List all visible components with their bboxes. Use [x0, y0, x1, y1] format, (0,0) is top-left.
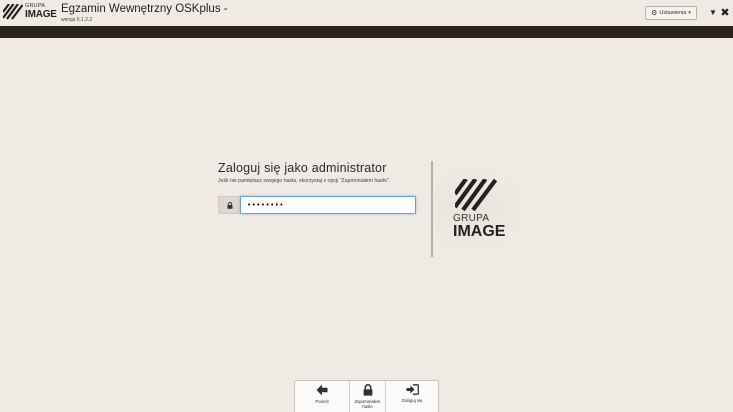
login-button[interactable]: Zaloguj się	[386, 381, 438, 412]
forgot-password-label: Zapomniałem hasło	[354, 399, 381, 409]
bottom-toolbar: Powrót Zapomniałem hasło Zaloguj się	[294, 380, 439, 412]
logo-text-image: IMAGE	[25, 9, 57, 20]
settings-dropdown-button[interactable]: ⚙ Ustawienia ▾	[645, 6, 697, 20]
app-version: wersja 6.1.2.2	[61, 17, 93, 23]
minimize-button[interactable]: ▼	[707, 6, 719, 19]
app-title: Egzamin Wewnętrzny OSKplus -	[61, 3, 228, 15]
back-button-label: Powrót	[315, 399, 329, 404]
login-title: Zaloguj się jako administrator	[218, 161, 387, 175]
close-button[interactable]: ✖	[719, 6, 731, 19]
title-bar: GRUPA IMAGE Egzamin Wewnętrzny OSKplus -…	[0, 0, 733, 26]
password-addon	[218, 196, 240, 214]
triangle-down-icon: ▼	[709, 8, 717, 17]
grupa-image-logo: GRUPA IMAGE	[3, 3, 57, 21]
settings-label: Ustawienia	[659, 10, 687, 16]
login-hint: Jeśli nie pamiętasz swojego hasła, skorz…	[218, 178, 390, 184]
logo-stripes-icon	[3, 4, 23, 20]
brand-logo: GRUPA IMAGE	[433, 161, 529, 257]
logo-stripes-icon	[455, 179, 497, 211]
brand-text-image: IMAGE	[453, 223, 506, 240]
caret-down-icon: ▾	[688, 10, 691, 16]
login-hint-option: "Zapomniałem hasło".	[339, 178, 391, 184]
lock-icon	[363, 384, 372, 396]
login-button-label: Zaloguj się	[401, 398, 423, 403]
login-hint-text: Jeśli nie pamiętasz swojego hasła, skorz…	[218, 178, 339, 184]
arrow-left-icon	[316, 384, 328, 396]
password-input[interactable]	[240, 196, 416, 214]
forgot-password-button[interactable]: Zapomniałem hasło	[350, 381, 386, 412]
lock-icon	[227, 201, 232, 209]
gear-icon: ⚙	[651, 9, 658, 17]
header-dark-strip	[0, 26, 733, 38]
sign-in-icon	[406, 384, 419, 395]
back-button[interactable]: Powrót	[295, 381, 350, 412]
close-icon: ✖	[720, 7, 730, 19]
